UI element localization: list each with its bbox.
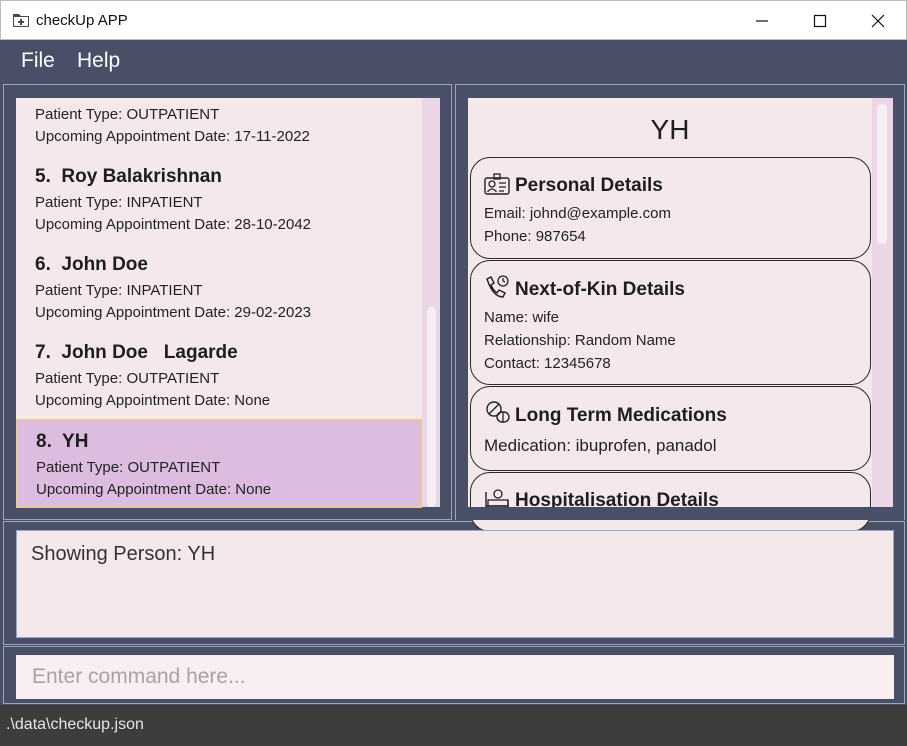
- command-input[interactable]: [16, 655, 894, 699]
- next-of-kin-card: Next-of-Kin Details Name: wife Relations…: [470, 260, 871, 385]
- folder-plus-icon: [13, 14, 29, 27]
- patient-card-partial[interactable]: Patient Type: OUTPATIENT Upcoming Appoin…: [16, 98, 422, 156]
- maximize-button[interactable]: [791, 1, 849, 41]
- patient-type: Patient Type: OUTPATIENT: [35, 106, 220, 123]
- list-scrollbar-thumb[interactable]: [427, 307, 436, 507]
- menu-help[interactable]: Help: [77, 49, 120, 73]
- email-value: Email: johnd@example.com: [484, 205, 671, 222]
- kin-relationship-value: Relationship: Random Name: [484, 332, 676, 349]
- window-title: checkUp APP: [36, 12, 128, 29]
- detail-scrollbar-thumb[interactable]: [877, 104, 887, 244]
- detail-patient-name: YH: [650, 114, 690, 145]
- hospitalisation-details-card: Hospitalisation Details: [470, 472, 871, 532]
- patient-name: 6. John Doe: [35, 254, 148, 275]
- command-box[interactable]: [16, 655, 894, 699]
- phone-value: Phone: 987654: [484, 228, 586, 245]
- patient-type: Patient Type: INPATIENT: [35, 194, 203, 211]
- result-display: Showing Person: YH: [16, 530, 894, 638]
- patient-card-selected[interactable]: 8. YH Patient Type: OUTPATIENT Upcoming …: [16, 419, 422, 508]
- kin-name-value: Name: wife: [484, 309, 560, 326]
- menu-file[interactable]: File: [21, 49, 55, 73]
- appointment-date: Upcoming Appointment Date: None: [36, 481, 272, 498]
- appointment-date: Upcoming Appointment Date: 17-11-2022: [35, 128, 310, 145]
- detail-pane-bottom-edge: [456, 507, 904, 520]
- title-bar: checkUp APP: [0, 0, 907, 40]
- minimize-icon: [756, 20, 768, 22]
- patient-type: Patient Type: OUTPATIENT: [36, 459, 221, 476]
- close-icon: [871, 14, 885, 28]
- patient-card[interactable]: 5. Roy Balakrishnan Patient Type: INPATI…: [16, 156, 422, 244]
- menu-bar: File Help: [0, 40, 907, 83]
- patient-name: 7. John Doe Lagarde: [35, 342, 238, 363]
- id-badge-icon: [484, 173, 510, 195]
- close-button[interactable]: [849, 1, 907, 41]
- patient-name: 5. Roy Balakrishnan: [35, 166, 222, 187]
- section-title: Next-of-Kin Details: [515, 279, 685, 300]
- appointment-date: Upcoming Appointment Date: 29-02-2023: [35, 304, 312, 321]
- patient-type: Patient Type: OUTPATIENT: [35, 370, 220, 387]
- long-term-medications-card: Long Term Medications Medication: ibupro…: [470, 386, 871, 471]
- kin-contact-value: Contact: 12345678: [484, 355, 611, 372]
- result-message: Showing Person: YH: [31, 543, 216, 565]
- phone-call-icon: [486, 275, 509, 298]
- patient-card[interactable]: 7. John Doe Lagarde Patient Type: OUTPAT…: [16, 332, 422, 420]
- patient-name: 8. YH: [36, 431, 89, 452]
- personal-details-card: Personal Details Email: johnd@example.co…: [470, 157, 871, 259]
- section-title: Long Term Medications: [515, 405, 727, 426]
- appointment-date: Upcoming Appointment Date: 28-10-2042: [35, 216, 312, 233]
- medication-value: Medication: ibuprofen, panadol: [484, 436, 717, 455]
- patient-card[interactable]: 6. John Doe Patient Type: INPATIENT Upco…: [16, 244, 422, 332]
- data-file-path: .\data\checkup.json: [6, 716, 144, 733]
- patient-type: Patient Type: INPATIENT: [35, 282, 203, 299]
- status-bar: .\data\checkup.json: [0, 705, 907, 746]
- maximize-icon: [813, 14, 827, 28]
- minimize-button[interactable]: [733, 1, 791, 41]
- section-title: Personal Details: [515, 175, 663, 196]
- appointment-date: Upcoming Appointment Date: None: [35, 392, 271, 409]
- pills-icon: [486, 401, 510, 423]
